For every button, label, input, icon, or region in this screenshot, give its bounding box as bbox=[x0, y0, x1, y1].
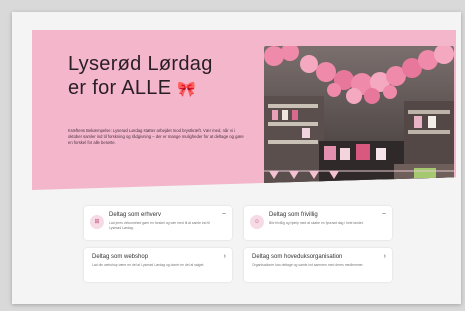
card-business[interactable]: ⊞ Deltag som erhverv Lad jeres virksomhe… bbox=[84, 206, 232, 240]
building-icon: ⊞ bbox=[90, 215, 104, 229]
hero-photo bbox=[264, 46, 454, 186]
card-title: Deltag som webshop bbox=[92, 254, 149, 260]
card-text: Lad jeres virksomhed gøre en forskel og … bbox=[109, 221, 210, 230]
webpage: Lyserød Lørdag er for ALLE 🎀 Kræftens Be… bbox=[12, 12, 461, 304]
hero-title-line1: Lyserød Lørdag bbox=[68, 53, 213, 75]
card-webshop[interactable]: Deltag som webshop Lad din webshop være … bbox=[84, 248, 232, 282]
collapse-icon[interactable]: − bbox=[382, 211, 386, 218]
card-title: Deltag som hoveduksorganisation bbox=[252, 254, 343, 260]
card-text: Lad din webshop være en del af Lyserød L… bbox=[92, 263, 205, 267]
card-title: Deltag som erhverv bbox=[109, 212, 162, 218]
card-text: Bliv frivillig og hjælp med at skabe en … bbox=[269, 221, 364, 225]
person-icon: ☺ bbox=[250, 215, 264, 229]
hero-title: Lyserød Lørdag er for ALLE 🎀 bbox=[68, 52, 238, 102]
card-volunteer[interactable]: ☺ Deltag som frivillig Bliv frivillig og… bbox=[244, 206, 392, 240]
card-text: Organisationer kan deltage og samle ind … bbox=[252, 263, 364, 267]
chevron-right-icon[interactable]: › bbox=[384, 253, 386, 260]
hero-title-line2: er for ALLE bbox=[68, 77, 172, 99]
hero-section: Lyserød Lørdag er for ALLE 🎀 Kræftens Be… bbox=[32, 30, 456, 190]
collapse-icon[interactable]: − bbox=[222, 211, 226, 218]
hero-description: Kræftens Bekæmpelse: Lyserød Lørdag støt… bbox=[68, 128, 244, 146]
card-organisation[interactable]: Deltag som hoveduksorganisation Organisa… bbox=[244, 248, 392, 282]
chevron-right-icon[interactable]: › bbox=[224, 253, 226, 260]
bow-icon: 🎀 bbox=[177, 81, 197, 98]
card-title: Deltag som frivillig bbox=[269, 212, 318, 218]
